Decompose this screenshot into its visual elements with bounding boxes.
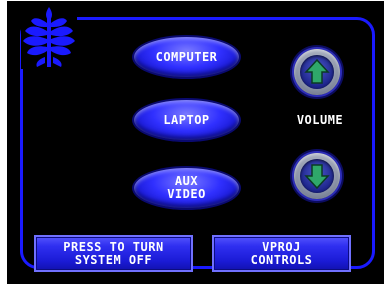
system-off-button[interactable]: PRESS TO TURN SYSTEM OFF	[34, 235, 193, 272]
aux-video-button[interactable]: AUX VIDEO	[134, 168, 239, 208]
volume-down-button[interactable]	[294, 153, 340, 199]
wheat-sheaf-logo	[21, 7, 77, 69]
laptop-button[interactable]: LAPTOP	[134, 100, 239, 140]
volume-up-button[interactable]	[294, 49, 340, 95]
vproj-controls-button[interactable]: VPROJ CONTROLS	[212, 235, 351, 272]
arrow-down-icon	[304, 164, 330, 190]
volume-label: VOLUME	[296, 113, 344, 127]
computer-button[interactable]: COMPUTER	[134, 37, 239, 77]
arrow-up-icon	[304, 58, 330, 84]
